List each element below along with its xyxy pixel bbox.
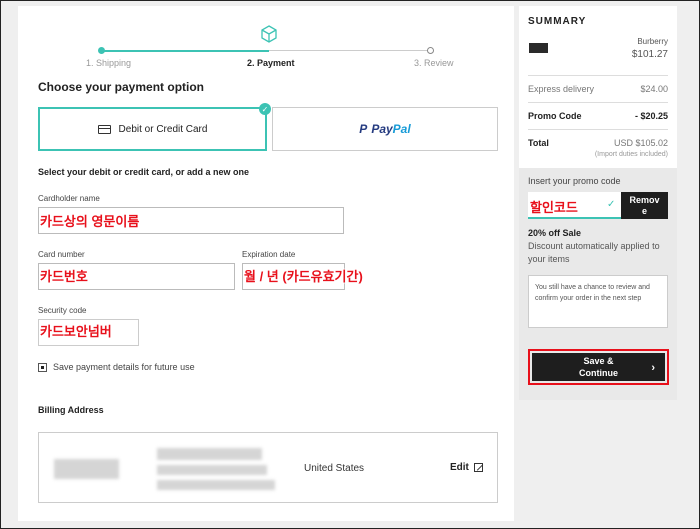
selected-check-icon: ✓ — [259, 103, 271, 115]
step-dot-review — [427, 47, 434, 54]
billing-address-card: United States Edit — [38, 432, 498, 503]
credit-card-icon — [97, 124, 111, 134]
save-continue-highlight: Save & Continue › — [528, 349, 669, 385]
review-info-box: You still have a chance to review and co… — [528, 275, 668, 328]
step-dot-shipping — [98, 47, 105, 54]
blurred-name — [54, 459, 119, 479]
promo-code-label: Insert your promo code — [528, 176, 621, 186]
checkbox-icon — [38, 362, 47, 372]
card-number-label: Card number — [38, 250, 85, 259]
paypal-logo: PayPal — [371, 122, 411, 136]
stepper-progress-done — [101, 50, 269, 52]
step-review: 3. Review — [414, 58, 454, 68]
save-details-checkbox[interactable]: Save payment details for future use — [38, 362, 195, 372]
card-payment-option[interactable]: Debit or Credit Card ✓ — [38, 103, 271, 151]
billing-address-title: Billing Address — [38, 405, 104, 415]
product-brand: Burberry — [637, 37, 668, 46]
security-code-annotation: 카드보안넘버 — [40, 324, 112, 339]
summary-title: SUMMARY — [528, 16, 587, 27]
blurred-address-line-2 — [157, 465, 267, 475]
delivery-row: Express delivery $24.00 — [528, 84, 668, 94]
duties-note: (Import duties included) — [594, 151, 668, 158]
edit-label: Edit — [450, 462, 469, 473]
checkout-stepper: 1. Shipping 2. Payment 3. Review — [18, 24, 514, 68]
step-shipping[interactable]: 1. Shipping — [86, 58, 131, 68]
card-option-label: Debit or Credit Card — [118, 123, 208, 135]
edit-billing-button[interactable]: Edit — [450, 462, 483, 473]
expiration-annotation: 월 / 년 (카드유효기간) — [244, 269, 363, 284]
step-payment: 2. Payment — [247, 58, 295, 68]
sale-title: 20% off Sale — [528, 228, 582, 238]
stepper-progress-remaining — [269, 50, 430, 51]
summary-product: Burberry $101.27 — [528, 37, 668, 75]
promo-row: Promo Code - $20.25 — [528, 111, 668, 121]
checkout-main-panel: 1. Shipping 2. Payment 3. Review Choose … — [18, 6, 514, 521]
security-code-label: Security code — [38, 306, 87, 315]
order-summary-panel: SUMMARY Burberry $101.27 Express deliver… — [519, 6, 677, 400]
blurred-address-line-3 — [157, 480, 275, 490]
sale-description: Discount automatically applied to your i… — [528, 241, 660, 264]
billing-country: United States — [304, 463, 365, 474]
paypal-icon: P — [359, 122, 368, 136]
promo-valid-check-icon: ✓ — [607, 199, 616, 210]
save-details-label: Save payment details for future use — [53, 362, 195, 372]
expiration-label: Expiration date — [242, 250, 296, 259]
card-number-annotation: 카드번호 — [40, 269, 88, 284]
product-price: $101.27 — [631, 49, 668, 60]
payment-option-title: Choose your payment option — [38, 80, 205, 94]
product-thumbnail — [529, 43, 548, 53]
save-continue-button[interactable]: Save & Continue › — [532, 353, 665, 381]
card-select-subhead: Select your debit or credit card, or add… — [38, 167, 250, 177]
edit-icon — [473, 463, 483, 472]
promo-code-annotation: 할인코드 — [530, 200, 578, 215]
package-icon — [261, 25, 277, 43]
blurred-address-line-1 — [157, 448, 262, 460]
chevron-right-icon: › — [651, 362, 655, 374]
cardholder-label: Cardholder name — [38, 194, 100, 203]
total-row: Total USD $105.02 — [528, 138, 668, 148]
paypal-payment-option[interactable]: P PayPal — [272, 107, 498, 151]
remove-promo-button[interactable]: Remov e — [621, 192, 668, 219]
cardholder-annotation: 카드상의 영문이름 — [40, 214, 140, 229]
